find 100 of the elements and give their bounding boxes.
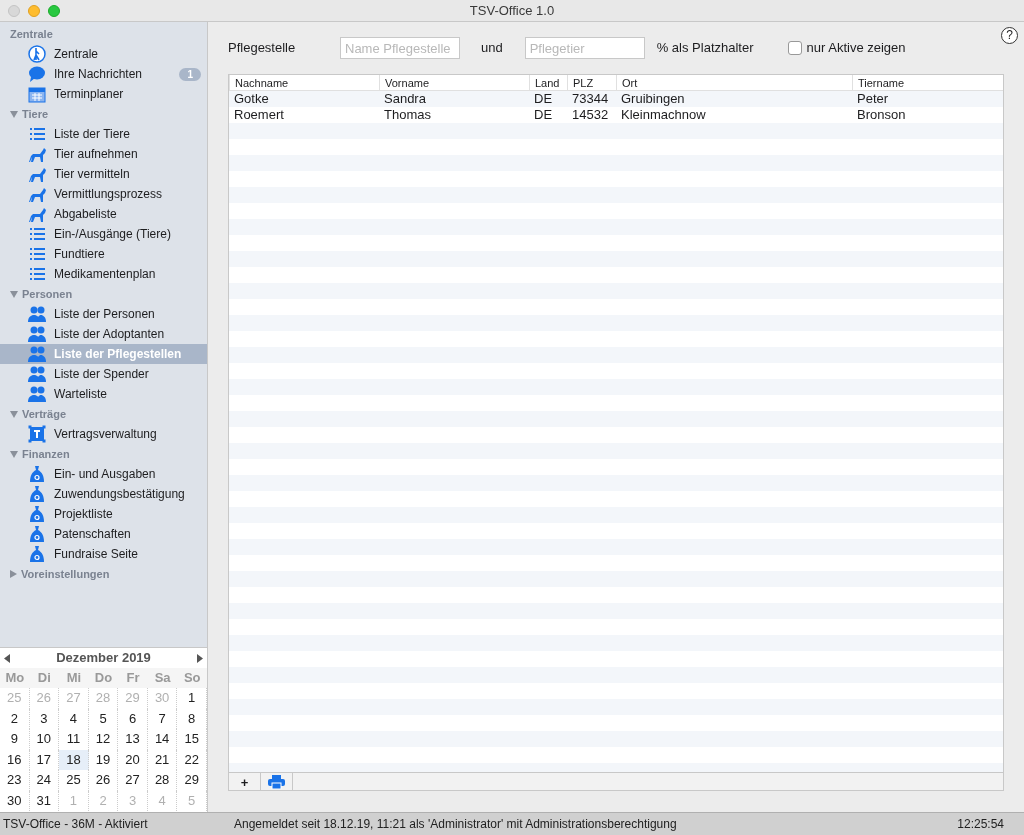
window-title: TSV-Office 1.0	[469, 1, 555, 20]
calendar-day[interactable]: 18	[59, 749, 89, 770]
table-cell-text: Kleinmachnow	[620, 107, 707, 123]
sidebar-item[interactable]: Liste der Tiere	[0, 124, 207, 144]
calendar-day[interactable]: 19	[88, 749, 119, 770]
list-icon	[28, 225, 46, 243]
name-input-field[interactable]: Name Pflegestelle	[340, 37, 460, 59]
column-header[interactable]: Land	[529, 75, 567, 90]
previous-month-icon[interactable]	[4, 653, 10, 663]
calendar-day[interactable]: 8	[177, 708, 207, 729]
table-cell-text: Peter	[856, 91, 890, 107]
calendar-day[interactable]: 20	[118, 749, 148, 770]
joiner-label: und	[481, 39, 503, 58]
calendar-day[interactable]: 30	[0, 790, 30, 811]
sidebar-item[interactable]: Liste der Personen	[0, 304, 207, 324]
sidebar-item[interactable]: Projektliste	[0, 504, 207, 524]
sidebar-item[interactable]: Ein-/Ausgänge (Tiere)	[0, 224, 207, 244]
calendar-day[interactable]: 27	[118, 770, 148, 791]
money-bag-icon	[28, 465, 46, 483]
table-cell-text: Gruibingen	[620, 91, 686, 107]
column-header[interactable]: PLZ	[567, 75, 616, 90]
calendar-day[interactable]: 4	[59, 708, 89, 729]
calendar-day[interactable]: 3	[29, 708, 60, 729]
sidebar-item[interactable]: Zentrale	[0, 44, 207, 64]
calendar-day[interactable]: 14	[147, 729, 178, 750]
sidebar-item[interactable]: Liste der Spender	[0, 364, 207, 384]
document-icon	[28, 425, 46, 443]
calendar-day[interactable]: 31	[29, 790, 60, 811]
calendar-day[interactable]: 28	[147, 770, 178, 791]
sidebar-item[interactable]: Vertragsverwaltung	[0, 424, 207, 444]
calendar-day[interactable]: 25	[59, 770, 89, 791]
calendar-day[interactable]: 1	[177, 688, 207, 709]
animal-input-field[interactable]: Pflegetier	[524, 37, 645, 59]
sidebar-item[interactable]: Warteliste	[0, 384, 207, 404]
table-cell-text: DE	[533, 91, 554, 107]
calendar-day[interactable]: 24	[29, 770, 60, 791]
sidebar-item[interactable]: Zuwendungsbestätigung	[0, 484, 207, 504]
sidebar-item[interactable]: Ihre Nachrichten 1	[0, 64, 207, 84]
next-month-icon[interactable]	[197, 653, 203, 663]
calendar-day[interactable]: 23	[0, 770, 30, 791]
list-icon	[28, 125, 46, 143]
money-bag-icon	[28, 485, 46, 503]
expanded-triangle-icon[interactable]	[10, 450, 18, 458]
table-cell-text: Thomas	[383, 107, 432, 123]
calendar-day[interactable]: 29	[177, 770, 207, 791]
collapsed-triangle-icon[interactable]	[10, 570, 17, 578]
unread-count-badge: 1	[179, 67, 201, 81]
filter-label: Pflegestelle	[228, 39, 297, 58]
sidebar-item[interactable]: Medikamentenplan	[0, 264, 207, 284]
sidebar-item[interactable]: Patenschaften	[0, 524, 207, 544]
close-button[interactable]	[8, 5, 20, 17]
people-icon	[28, 385, 46, 403]
column-header[interactable]: Nachname	[229, 75, 379, 90]
calendar-day[interactable]: 26	[88, 770, 119, 791]
column-header[interactable]: Ort	[616, 75, 852, 90]
expanded-triangle-icon[interactable]	[10, 290, 18, 298]
active-only-label: nur Aktive zeigen	[806, 39, 906, 58]
sidebar-item[interactable]: Fundraise Seite	[0, 544, 207, 564]
zoom-button[interactable]	[48, 5, 60, 17]
calendar-day[interactable]: 9	[0, 729, 30, 750]
column-header[interactable]: Tiername	[852, 75, 1003, 90]
active-only-checkbox[interactable]	[787, 41, 802, 55]
calendar-day[interactable]: 21	[147, 749, 178, 770]
sidebar-item[interactable]: Tier aufnehmen	[0, 144, 207, 164]
weekday-label: Sa	[147, 668, 178, 688]
status-clock: 12:25:54	[957, 816, 1005, 833]
expanded-triangle-icon[interactable]	[10, 410, 18, 418]
table-cell-text: 14532	[571, 107, 610, 123]
sidebar-item[interactable]: Liste der Adoptanten	[0, 324, 207, 344]
sidebar-item[interactable]: Tier vermitteln	[0, 164, 207, 184]
weekday-label: So	[177, 668, 207, 688]
wildcard-hint: % als Platzhalter	[656, 39, 754, 58]
sidebar-item[interactable]: Fundtiere	[0, 244, 207, 264]
calendar-day[interactable]: 2	[0, 708, 30, 729]
sidebar-item[interactable]: Terminplaner	[0, 84, 207, 104]
calendar-day[interactable]: 7	[147, 708, 178, 729]
people-icon	[28, 305, 46, 323]
calendar-day[interactable]: 5	[88, 708, 119, 729]
minimize-button[interactable]	[28, 5, 40, 17]
dog-icon	[28, 165, 46, 183]
calendar-day[interactable]: 6	[118, 708, 148, 729]
sidebar-item[interactable]: Abgabeliste	[0, 204, 207, 224]
add-button[interactable]: +	[229, 773, 261, 790]
calendar-day[interactable]: 22	[177, 749, 207, 770]
calendar-day[interactable]: 10	[29, 729, 60, 750]
people-icon	[28, 325, 46, 343]
calendar-day[interactable]: 11	[59, 729, 89, 750]
calendar-day[interactable]: 16	[0, 749, 30, 770]
column-header[interactable]: Vorname	[379, 75, 529, 90]
calendar-day[interactable]: 15	[177, 729, 207, 750]
sidebar-item[interactable]: Ein- und Ausgaben	[0, 464, 207, 484]
calendar-day[interactable]: 13	[118, 729, 148, 750]
sidebar-item[interactable]: Vermittlungsprozess	[0, 184, 207, 204]
calendar-day[interactable]: 12	[88, 729, 119, 750]
expanded-triangle-icon[interactable]	[10, 110, 18, 118]
help-button[interactable]: ?	[1001, 27, 1018, 44]
status-message: Angemeldet seit 18.12.19, 11:21 als 'Administrator' mit Administrationsberechtigung	[234, 816, 678, 833]
weekday-label: Fr	[118, 668, 148, 688]
speech-bubble-icon	[28, 65, 46, 83]
list-icon	[28, 265, 46, 283]
